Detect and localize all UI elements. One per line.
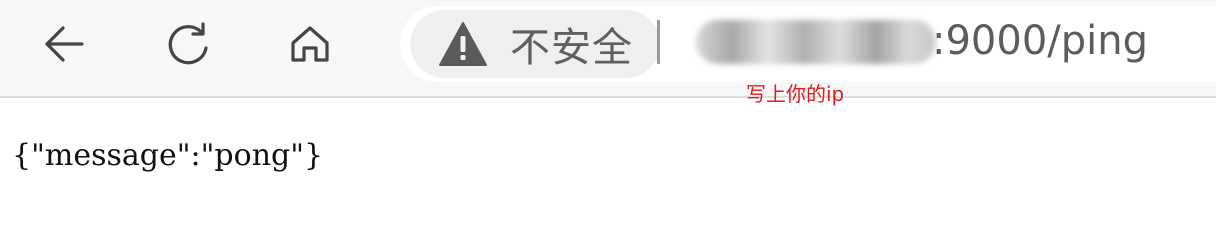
- arrow-left-icon: [45, 26, 84, 62]
- json-response-text: {"message":"pong"}: [12, 138, 324, 173]
- home-icon: [291, 26, 329, 62]
- browser-toolbar: 不安全 :9000/ping 写上你的ip: [0, 0, 1216, 106]
- address-divider: [657, 20, 660, 64]
- annotation-note: 写上你的ip: [746, 82, 845, 106]
- back-button[interactable]: [36, 16, 92, 72]
- security-label: 不安全: [510, 25, 633, 71]
- reload-button[interactable]: [160, 16, 216, 72]
- reload-icon: [168, 22, 208, 65]
- url-host-blurred: [696, 20, 936, 64]
- url-text[interactable]: :9000/ping: [932, 18, 1148, 64]
- home-button[interactable]: [282, 16, 338, 72]
- warning-triangle-icon: [439, 22, 487, 66]
- security-indicator[interactable]: 不安全: [410, 10, 660, 78]
